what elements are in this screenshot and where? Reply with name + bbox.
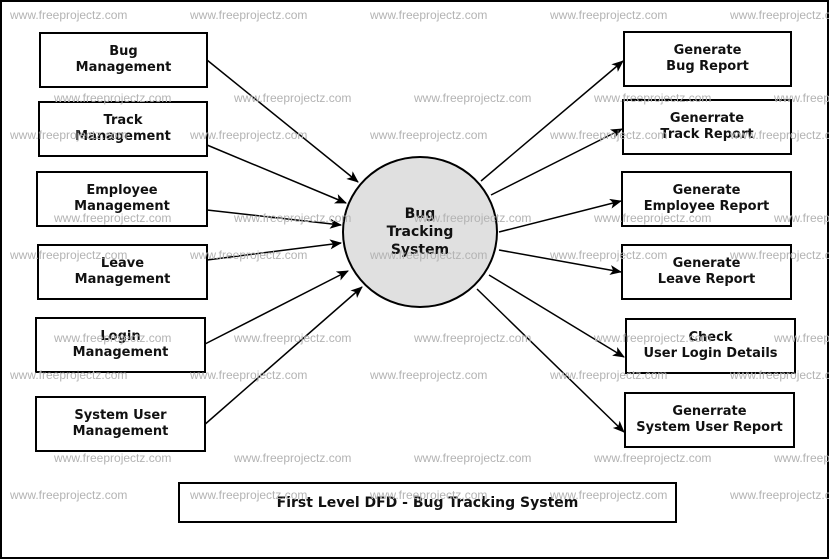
watermark: www.freeprojectz.com (774, 451, 829, 465)
watermark: www.freeprojectz.com (730, 8, 829, 22)
watermark: www.freeprojectz.com (370, 8, 488, 22)
watermark: www.freeprojectz.com (54, 451, 172, 465)
watermark: www.freeprojectz.com (730, 248, 829, 262)
watermark: www.freeprojectz.com (190, 248, 308, 262)
watermark: www.freeprojectz.com (414, 91, 532, 105)
watermark: www.freeprojectz.com (594, 451, 712, 465)
watermark: www.freeprojectz.com (54, 331, 172, 345)
watermark: www.freeprojectz.com (414, 211, 532, 225)
watermark: www.freeprojectz.com (774, 91, 829, 105)
watermark: www.freeprojectz.com (594, 331, 712, 345)
watermark: www.freeprojectz.com (190, 488, 308, 502)
watermark: www.freeprojectz.com (10, 488, 128, 502)
watermark: www.freeprojectz.com (550, 8, 668, 22)
watermark: www.freeprojectz.com (594, 91, 712, 105)
watermark: www.freeprojectz.com (550, 368, 668, 382)
watermark: www.freeprojectz.com (730, 128, 829, 142)
watermark: www.freeprojectz.com (54, 91, 172, 105)
watermark: www.freeprojectz.com (234, 91, 352, 105)
watermark: www.freeprojectz.com (414, 451, 532, 465)
watermark: www.freeprojectz.com (730, 368, 829, 382)
watermark: www.freeprojectz.com (414, 331, 532, 345)
watermark: www.freeprojectz.com (190, 128, 308, 142)
watermark: www.freeprojectz.com (10, 128, 128, 142)
watermark-layer: www.freeprojectz.com www.freeprojectz.co… (0, 0, 829, 559)
watermark: www.freeprojectz.com (774, 211, 829, 225)
watermark: www.freeprojectz.com (234, 331, 352, 345)
watermark: www.freeprojectz.com (370, 128, 488, 142)
watermark: www.freeprojectz.com (370, 368, 488, 382)
watermark: www.freeprojectz.com (774, 331, 829, 345)
watermark: www.freeprojectz.com (234, 211, 352, 225)
watermark: www.freeprojectz.com (370, 488, 488, 502)
watermark: www.freeprojectz.com (190, 8, 308, 22)
watermark: www.freeprojectz.com (234, 451, 352, 465)
watermark: www.freeprojectz.com (54, 211, 172, 225)
watermark: www.freeprojectz.com (10, 248, 128, 262)
watermark: www.freeprojectz.com (10, 8, 128, 22)
watermark: www.freeprojectz.com (730, 488, 829, 502)
watermark: www.freeprojectz.com (370, 248, 488, 262)
watermark: www.freeprojectz.com (594, 211, 712, 225)
watermark: www.freeprojectz.com (10, 368, 128, 382)
watermark: www.freeprojectz.com (190, 368, 308, 382)
watermark: www.freeprojectz.com (550, 488, 668, 502)
watermark: www.freeprojectz.com (550, 248, 668, 262)
watermark: www.freeprojectz.com (550, 128, 668, 142)
